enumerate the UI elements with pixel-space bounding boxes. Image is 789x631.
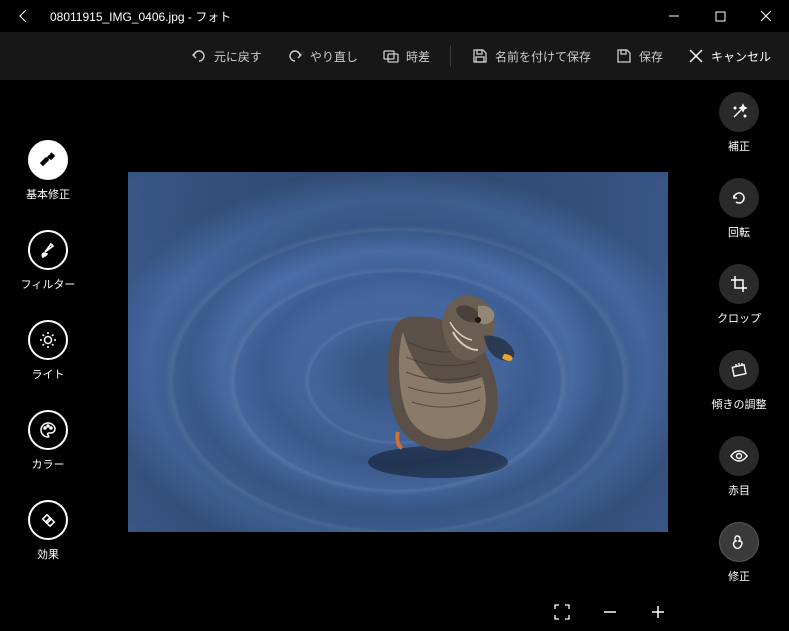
compare-icon: [382, 47, 400, 65]
retouch-label: 修正: [728, 568, 750, 584]
undo-icon: [190, 47, 208, 65]
fit-icon: [552, 602, 572, 622]
titlebar: 08011915_IMG_0406.jpg - フォト: [0, 0, 789, 32]
save-label: 保存: [639, 48, 663, 65]
redo-button[interactable]: やり直し: [276, 36, 368, 76]
palette-icon: [28, 410, 68, 450]
filter-tool[interactable]: フィルター: [21, 230, 76, 292]
plus-icon: [649, 603, 667, 621]
main-area: 基本修正 フィルター ライト カラー 効果: [0, 80, 789, 631]
image-canvas[interactable]: [128, 172, 668, 532]
straighten-label: 傾きの調整: [712, 396, 767, 412]
eye-icon: [719, 436, 759, 476]
effect-tool[interactable]: 効果: [28, 500, 68, 562]
fit-screen-button[interactable]: [551, 601, 573, 623]
cancel-label: キャンセル: [711, 48, 771, 65]
effects-icon: [28, 500, 68, 540]
close-button[interactable]: [743, 0, 789, 32]
straighten-icon: [719, 350, 759, 390]
save-button[interactable]: 保存: [605, 36, 673, 76]
filter-label: フィルター: [21, 276, 76, 292]
crop-icon: [719, 264, 759, 304]
photo-subject: [338, 262, 538, 482]
redeye-tool[interactable]: 赤目: [719, 436, 759, 498]
sun-icon: [28, 320, 68, 360]
maximize-button[interactable]: [697, 0, 743, 32]
basic-fix-tool[interactable]: 基本修正: [26, 140, 70, 202]
minimize-button[interactable]: [651, 0, 697, 32]
wand-icon: [719, 92, 759, 132]
basic-fix-label: 基本修正: [26, 186, 70, 202]
back-button[interactable]: [0, 0, 48, 32]
arrow-left-icon: [16, 8, 32, 24]
save-icon: [615, 47, 633, 65]
straighten-tool[interactable]: 傾きの調整: [712, 350, 767, 412]
retouch-icon: [719, 522, 759, 562]
rotate-label: 回転: [728, 224, 750, 240]
close-icon: [760, 10, 772, 22]
redo-label: やり直し: [310, 48, 358, 65]
color-label: カラー: [32, 456, 65, 472]
enhance-label: 補正: [728, 138, 750, 154]
light-tool[interactable]: ライト: [28, 320, 68, 382]
brush-icon: [28, 230, 68, 270]
compare-label: 時差: [406, 48, 430, 65]
save-as-button[interactable]: 名前を付けて保存: [461, 36, 601, 76]
zoom-in-button[interactable]: [647, 601, 669, 623]
rotate-tool[interactable]: 回転: [719, 178, 759, 240]
crop-tool[interactable]: クロップ: [717, 264, 761, 326]
canvas-area: [96, 80, 689, 631]
cancel-icon: [687, 47, 705, 65]
color-tool[interactable]: カラー: [28, 410, 68, 472]
right-toolbar: 補正 回転 クロップ 傾きの調整 赤目: [689, 80, 789, 631]
zoom-out-button[interactable]: [599, 601, 621, 623]
zoom-controls: [551, 601, 669, 623]
minimize-icon: [668, 10, 680, 22]
toolbar-separator: [450, 45, 451, 67]
wrench-icon: [28, 140, 68, 180]
crop-label: クロップ: [717, 310, 761, 326]
left-toolbar: 基本修正 フィルター ライト カラー 効果: [0, 80, 96, 631]
save-as-label: 名前を付けて保存: [495, 48, 591, 65]
minus-icon: [601, 603, 619, 621]
save-as-icon: [471, 47, 489, 65]
undo-label: 元に戻す: [214, 48, 262, 65]
effect-label: 効果: [37, 546, 59, 562]
rotate-icon: [719, 178, 759, 218]
cancel-button[interactable]: キャンセル: [677, 36, 781, 76]
toolbar: 元に戻す やり直し 時差 名前を付けて保存 保存 キャンセル: [0, 32, 789, 80]
redo-icon: [286, 47, 304, 65]
undo-button[interactable]: 元に戻す: [180, 36, 272, 76]
compare-button[interactable]: 時差: [372, 36, 440, 76]
enhance-tool[interactable]: 補正: [719, 92, 759, 154]
window-title: 08011915_IMG_0406.jpg - フォト: [48, 8, 651, 25]
redeye-label: 赤目: [728, 482, 750, 498]
maximize-icon: [715, 11, 726, 22]
retouch-tool[interactable]: 修正: [719, 522, 759, 584]
light-label: ライト: [32, 366, 65, 382]
